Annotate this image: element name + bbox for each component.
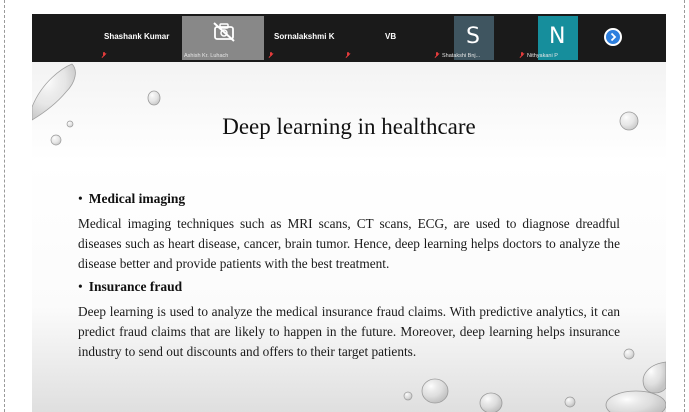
participant-tile-nithyakani[interactable]: N Nithyakani P — [516, 16, 592, 60]
left-dashed-border — [4, 0, 5, 412]
participant-tile-ashish[interactable]: Ashish Kr. Luhach — [182, 16, 264, 60]
shared-slide: Deep learning in healthcare • Medical ima… — [32, 62, 666, 412]
participant-tile-shatakshi[interactable]: S Shatakshi Bnj... — [432, 16, 516, 60]
meeting-window: Shashank Kumar Ashish Kr. Luhach Sornala… — [32, 14, 666, 412]
bullet-heading-medical-imaging: • Medical imaging — [78, 191, 186, 206]
participant-name: Nithyakani P — [527, 53, 558, 59]
participant-name: Shatakshi Bnj... — [442, 53, 481, 59]
participant-name: Ashish Kr. Luhach — [184, 53, 229, 59]
participant-name: Sornalakshmi K — [274, 32, 335, 41]
next-participants-button[interactable] — [604, 28, 622, 46]
muted-mic-icon — [102, 52, 106, 58]
muted-mic-icon — [346, 52, 350, 58]
participant-strip: Shashank Kumar Ashish Kr. Luhach Sornala… — [32, 14, 666, 62]
right-dashed-border — [684, 0, 685, 412]
chevron-right-icon — [610, 32, 617, 42]
muted-mic-icon — [435, 52, 439, 58]
paragraph-insurance-fraud: Deep learning is used to analyze the med… — [78, 304, 620, 359]
paragraph-medical-imaging: Medical imaging techniques such as MRI s… — [78, 216, 620, 271]
participant-tile-shashank[interactable]: Shashank Kumar — [92, 16, 182, 60]
participant-name: Shashank Kumar — [104, 32, 170, 41]
slide-title: Deep learning in healthcare — [222, 114, 476, 139]
muted-mic-icon — [520, 52, 524, 58]
participant-name: VB — [385, 32, 397, 41]
camera-off-icon — [213, 22, 235, 42]
participant-tile-vb[interactable]: VB — [347, 16, 444, 60]
bullet-heading-insurance-fraud: • Insurance fraud — [78, 279, 183, 294]
participant-tile-sornalakshmi[interactable]: Sornalakshmi K — [264, 16, 352, 60]
muted-mic-icon — [269, 52, 273, 58]
